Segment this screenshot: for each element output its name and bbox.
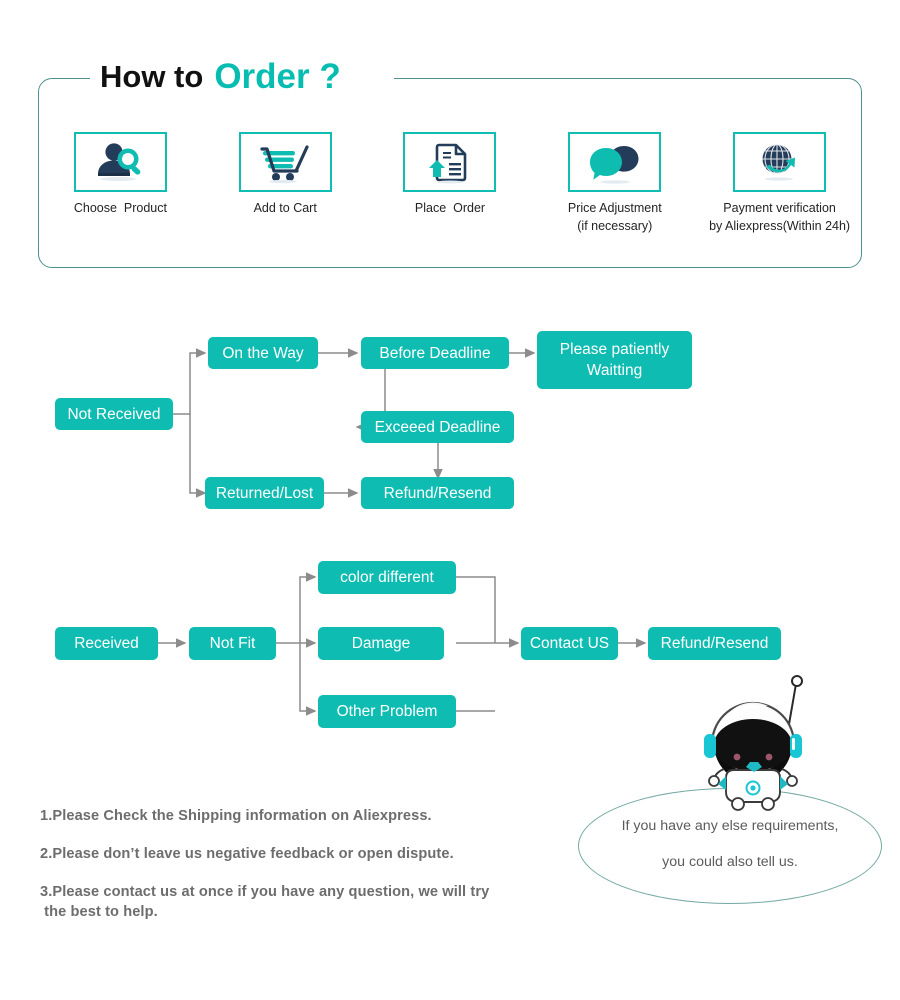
node-on-the-way[interactable]: On the Way xyxy=(208,337,318,369)
node-damage[interactable]: Damage xyxy=(318,627,444,660)
node-other-problem[interactable]: Other Problem xyxy=(318,695,456,728)
step-icon-box xyxy=(733,132,827,192)
node-before-deadline[interactable]: Before Deadline xyxy=(361,337,509,369)
step-icon-box xyxy=(568,132,662,192)
chat-bubbles-icon xyxy=(589,146,639,184)
node-color-different[interactable]: color different xyxy=(318,561,456,594)
order-steps: Choose Product Add to Cart Place Order P… xyxy=(38,132,862,252)
document-upload-icon xyxy=(428,143,467,184)
step-payment-verification: Payment verification by Aliexpress(Withi… xyxy=(697,132,862,252)
node-not-fit[interactable]: Not Fit xyxy=(189,627,276,660)
person-search-icon xyxy=(98,143,141,181)
note-item: 3.Please contact us at once if you have … xyxy=(40,884,490,920)
page-title: How to Order ? xyxy=(100,54,341,100)
step-icon-box xyxy=(238,132,332,192)
shopping-cart-icon xyxy=(260,145,309,184)
node-refund-resend-1[interactable]: Refund/Resend xyxy=(361,477,514,509)
step-label: Payment verification by Aliexpress(Withi… xyxy=(709,201,851,233)
step-label: Price Adjustment (if necessary) xyxy=(567,201,662,233)
speech-bubble-text: If you have any else requirements, you c… xyxy=(621,818,839,870)
notes-list: 1.Please Check the Shipping information … xyxy=(40,806,600,940)
page-root: How to Order ? Choose Product Add to Car… xyxy=(0,0,900,1000)
step-place-order: Place Order xyxy=(368,132,533,252)
step-add-to-cart: Add to Cart xyxy=(203,132,368,252)
node-returned-lost[interactable]: Returned/Lost xyxy=(205,477,324,509)
node-not-received[interactable]: Not Received xyxy=(55,398,173,430)
step-icon-box xyxy=(73,132,167,192)
step-label: Choose Product xyxy=(73,201,167,215)
step-price-adjustment: Price Adjustment (if necessary) xyxy=(532,132,697,252)
node-exceed-deadline[interactable]: Exceeed Deadline xyxy=(361,411,514,443)
page-title-accent: Order ? xyxy=(214,57,341,96)
globe-arrow-icon xyxy=(762,143,795,181)
step-icon-box xyxy=(403,132,497,192)
node-contact-us[interactable]: Contact US xyxy=(521,627,618,660)
astronaut-mascot-icon xyxy=(704,675,803,811)
step-label: Add to Cart xyxy=(253,201,317,215)
node-refund-resend-2[interactable]: Refund/Resend xyxy=(648,627,781,660)
page-title-prefix: How to xyxy=(100,59,204,94)
note-item: 1.Please Check the Shipping information … xyxy=(40,808,432,824)
step-label: Place Order xyxy=(414,201,486,215)
node-received[interactable]: Received xyxy=(55,627,158,660)
note-item: 2.Please don’t leave us negative feedbac… xyxy=(40,846,454,862)
node-please-waiting[interactable]: Please patiently Waitting xyxy=(537,331,692,389)
step-choose-product: Choose Product xyxy=(38,132,203,252)
